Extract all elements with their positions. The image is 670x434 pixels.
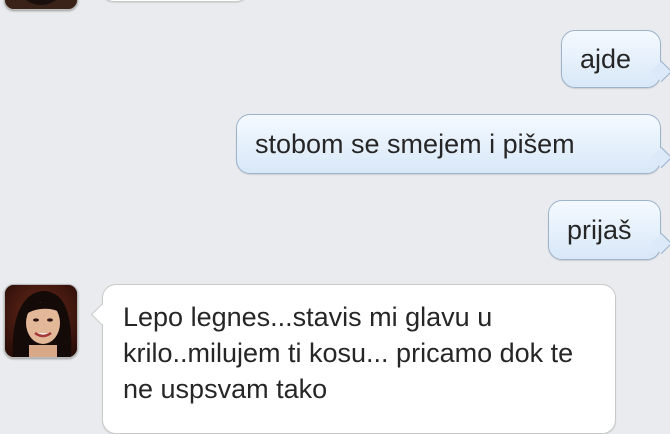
message-bubble-outgoing: prijaš (548, 200, 661, 260)
chat-thread: ajde stobom se smejem i pišem prijaš Lep… (0, 0, 670, 434)
message-bubble-outgoing: stobom se smejem i pišem (236, 114, 661, 174)
contact-avatar-icon[interactable] (4, 284, 78, 358)
message-text: Lepo legnes...stavis mi glavu u krilo..m… (123, 302, 574, 404)
message-text: ajde (580, 44, 632, 74)
message-bubble-incoming (100, 0, 250, 2)
message-text: prijaš (567, 215, 632, 245)
message-bubble-incoming: Lepo legnes...stavis mi glavu u krilo..m… (102, 284, 616, 434)
message-text: stobom se smejem i pišem (255, 129, 575, 159)
message-bubble-outgoing: ajde (561, 30, 661, 88)
contact-avatar-icon[interactable] (4, 0, 78, 10)
